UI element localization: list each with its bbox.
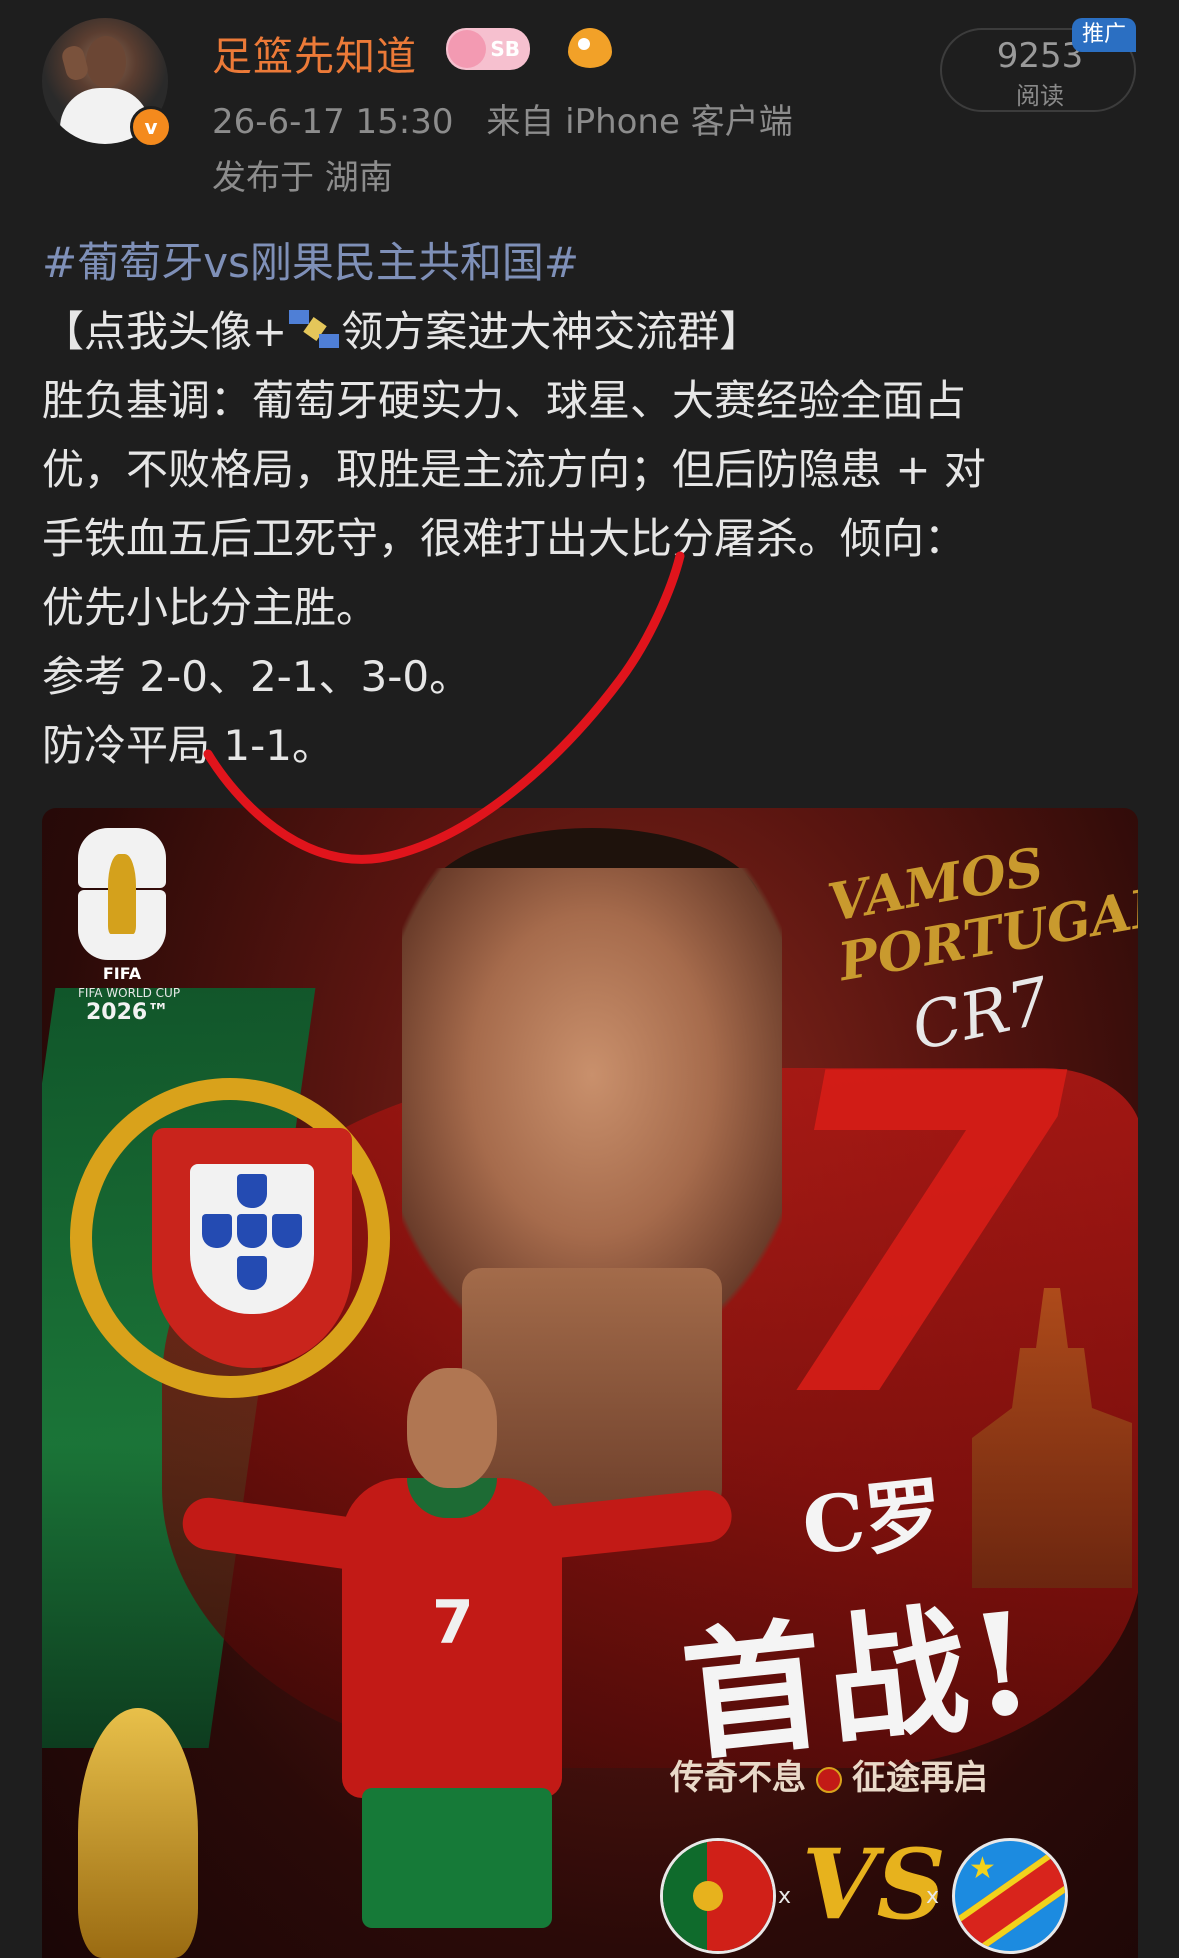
promo-tag: 推广 [1072, 18, 1136, 52]
cta-suffix: 领方案进大神交流群】 [341, 307, 762, 356]
world-cup-trophy-icon [78, 1708, 198, 1958]
pig-badge-icon: SB [446, 28, 530, 70]
fifa-year: 2026™ [86, 1000, 170, 1025]
poster-headline-ronaldo: C罗 [798, 1467, 948, 1574]
avatar-head [86, 36, 126, 88]
avatar-hand [59, 43, 91, 83]
pig-face-icon [448, 30, 486, 68]
post-source: 来自 iPhone 客户端 [486, 102, 793, 142]
shield-inner [190, 1164, 314, 1314]
quina-icon [237, 1256, 267, 1290]
badge-text: SB [490, 37, 520, 61]
fish-badge-icon [568, 28, 612, 68]
satellite-icon [289, 306, 340, 352]
body-line: 胜负基调：葡萄牙硬实力、球星、大赛经验全面占 [42, 376, 967, 425]
poster-subtitle: 传奇不息 征途再启 [670, 1750, 988, 1799]
body-line: 手铁血五后卫死守，很难打出大比分屠杀。倾向： [42, 514, 967, 563]
post-timestamp: 26-6-17 15:30 [212, 102, 454, 142]
logo-cup-icon [108, 854, 136, 934]
post-meta: 26-6-17 15:30 来自 iPhone 客户端 [212, 94, 815, 143]
post-body: #葡萄牙vs刚果民主共和国# 【点我头像+ 领方案进大神交流群】 胜负基调：葡萄… [42, 228, 1142, 780]
player-head [407, 1368, 497, 1488]
read-label: 阅读 [1016, 82, 1064, 110]
body-line: 优先小比分主胜。 [42, 583, 379, 632]
player-shorts [362, 1788, 552, 1928]
satellite-panel-left [289, 310, 310, 324]
vs-text: VS [802, 1828, 946, 1941]
vamos-portugal-text: VAMOS PORTUGAL! [823, 836, 1138, 994]
player-face [402, 868, 782, 1328]
quina-icon [237, 1214, 267, 1248]
poster-image[interactable]: FIFA FIFA WORLD CUP 2026™ 7 VAMOS PORTUG… [42, 808, 1138, 1958]
quina-icon [202, 1214, 232, 1248]
flag-emblem [693, 1881, 723, 1911]
username[interactable]: 足篮先知道 [212, 24, 417, 82]
fifa-world-cup-text: FIFA WORLD CUP [78, 986, 181, 1000]
verified-badge-icon: v [130, 106, 172, 148]
satellite-panel-right [319, 334, 340, 348]
portugal-flag-icon [660, 1838, 776, 1954]
cta-prefix: 【点我头像+ [42, 307, 288, 356]
body-line: 参考 2-0、2-1、3-0。 [42, 652, 472, 701]
post-location: 发布于 湖南 [212, 158, 393, 198]
fifa-word: FIFA [102, 964, 142, 983]
quina-icon [237, 1174, 267, 1208]
post-header: v 足篮先知道 SB 26-6-17 15:30 来自 iPhone 客户端 发… [0, 0, 1179, 210]
body-line: 优，不败格局，取胜是主流方向；但后防隐患 + 对 [42, 445, 986, 494]
hashtag-link[interactable]: #葡萄牙vs刚果民主共和国# [42, 228, 1142, 297]
x-separator: x [778, 1884, 792, 1909]
x-separator: x [926, 1884, 940, 1909]
crest-dot-icon [816, 1766, 842, 1793]
cta-line: 【点我头像+ 领方案进大神交流群】 [42, 297, 1142, 366]
subtitle-right: 征途再启 [852, 1758, 988, 1798]
quina-icon [272, 1214, 302, 1248]
body-line: 防冷平局 1-1。 [42, 721, 334, 770]
jersey-number: 7 [432, 1588, 474, 1658]
flag-star-icon: ★ [969, 1851, 996, 1886]
dr-congo-flag-icon: ★ [952, 1838, 1068, 1954]
celebrating-player: 7 [179, 1328, 735, 1958]
fish-eye [578, 38, 590, 50]
subtitle-left: 传奇不息 [670, 1758, 806, 1798]
